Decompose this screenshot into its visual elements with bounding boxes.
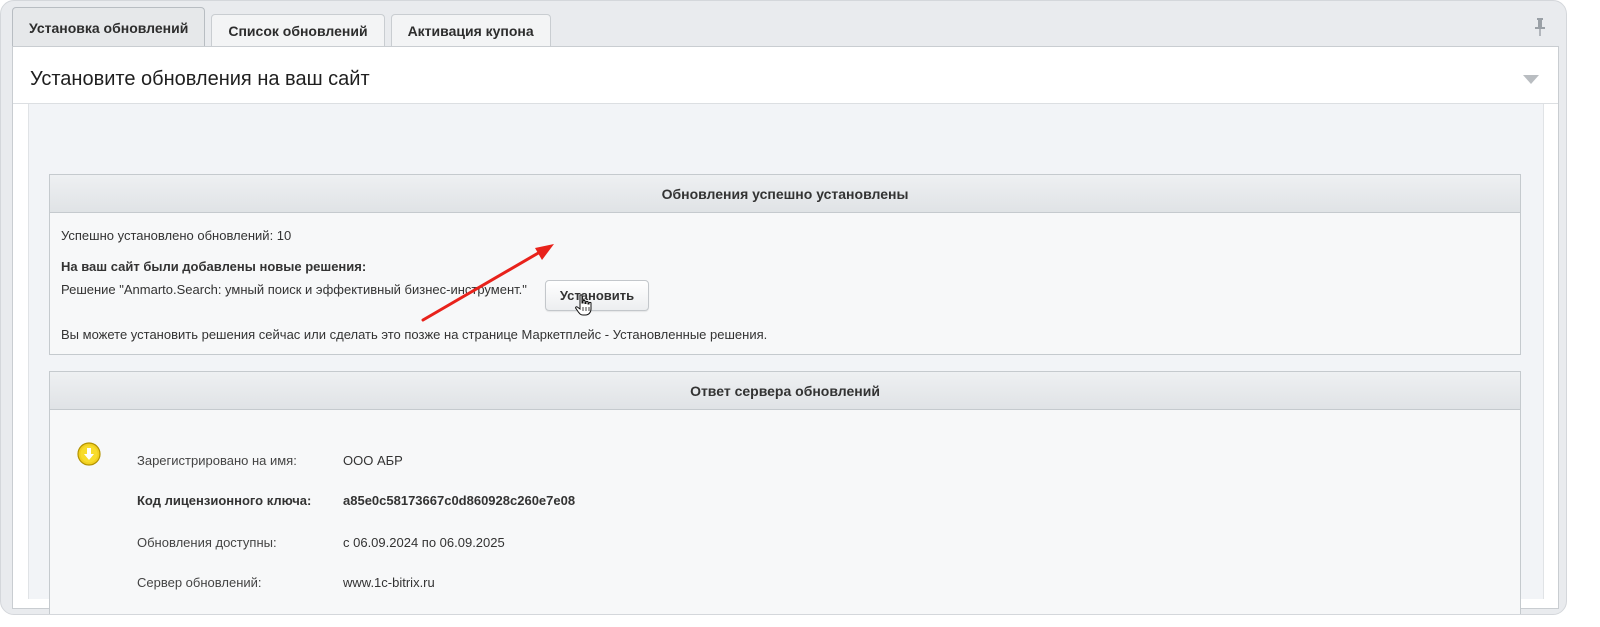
updates-available-value: с 06.09.2024 по 06.09.2025: [343, 535, 505, 550]
install-later-note: Вы можете установить решения сейчас или …: [61, 327, 768, 342]
license-key-value: a85e0c58173667c0d860928c260e7e08: [343, 493, 576, 508]
pin-icon[interactable]: [1534, 18, 1546, 36]
success-section: Обновления успешно установлены Успешно у…: [49, 174, 1521, 355]
window-frame: Установка обновлений Список обновлений А…: [0, 0, 1567, 615]
updates-available-label: Обновления доступны:: [137, 535, 277, 550]
registered-name-value: ООО АБР: [343, 453, 403, 468]
triangle-down-icon[interactable]: [1523, 75, 1539, 85]
update-server-value: www.1c-bitrix.ru: [343, 575, 435, 590]
server-response-header: Ответ сервера обновлений: [50, 372, 1520, 410]
main-panel: Установите обновления на ваш сайт Обновл…: [12, 46, 1559, 614]
install-button[interactable]: Установить: [545, 280, 649, 311]
tab-updates-list[interactable]: Список обновлений: [211, 14, 385, 47]
update-server-label: Сервер обновлений:: [137, 575, 262, 590]
license-key-label: Код лицензионного ключа:: [137, 493, 312, 508]
page-title: Установите обновления на ваш сайт: [30, 68, 370, 90]
success-section-header: Обновления успешно установлены: [50, 175, 1520, 213]
panel-header: Установите обновления на ваш сайт: [13, 47, 1558, 104]
registered-name-label: Зарегистрировано на имя:: [137, 453, 297, 468]
hand-pointer-icon: [575, 294, 592, 316]
new-solutions-heading: На ваш сайт были добавлены новые решения…: [61, 259, 367, 274]
solution-text: Решение "Anmarto.Search: умный поиск и э…: [61, 282, 527, 297]
server-response-section: Ответ сервера обновлений Зарегистрирован…: [49, 371, 1521, 614]
panel-body: Обновления успешно установлены Успешно у…: [28, 104, 1544, 614]
down-arrow-circle-icon: [77, 442, 101, 466]
tab-install-updates[interactable]: Установка обновлений: [12, 7, 206, 47]
tab-bar: Установка обновлений Список обновлений А…: [12, 7, 557, 47]
installed-count-text: Успешно установлено обновлений: 10: [61, 228, 292, 243]
tab-coupon-activation[interactable]: Активация купона: [390, 14, 551, 47]
